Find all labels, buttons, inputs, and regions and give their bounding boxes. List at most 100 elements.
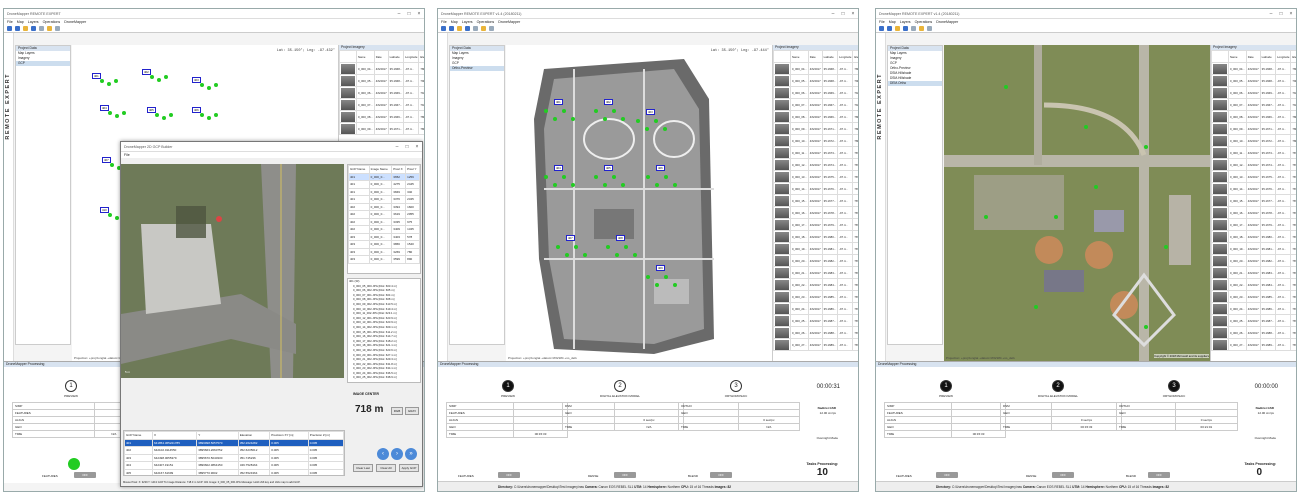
- gcp-marker[interactable]: [114, 79, 118, 83]
- gcp-marker[interactable]: [673, 183, 677, 187]
- step-preview[interactable]: 1 PREVIEW: [21, 380, 121, 398]
- pan-icon[interactable]: [465, 26, 470, 31]
- gcp-marker[interactable]: [663, 127, 667, 131]
- table-row[interactable]: 401 0_000_0... 3652 1259: [348, 172, 420, 181]
- clear-last-button[interactable]: Clear Last: [353, 464, 373, 472]
- gcp-marker[interactable]: [200, 83, 204, 87]
- identify-icon[interactable]: [47, 26, 52, 31]
- table-row[interactable]: 402 0_000_0... 3335 975: [348, 217, 420, 226]
- gcp-label[interactable]: 410: [100, 207, 109, 213]
- table-row[interactable]: 0_000_12... 4/6/2017 35.1674... -97.4... 787…: [1211, 158, 1296, 171]
- gcp-marker[interactable]: [1144, 145, 1148, 149]
- identify-icon[interactable]: [919, 26, 924, 31]
- table-row[interactable]: 0_000_06... 4/6/2017 35.1669... -97.4... 794…: [1211, 86, 1296, 99]
- clear-all-button[interactable]: Clear All: [376, 464, 396, 472]
- table-row[interactable]: 0_000_11... 4/6/2017 35.1673... -97.4... 787…: [1211, 146, 1296, 159]
- gcp-label[interactable]: 407: [566, 235, 575, 241]
- gcp-marker[interactable]: [655, 283, 659, 287]
- menu-operations[interactable]: Operations: [915, 20, 933, 24]
- select-icon[interactable]: [23, 26, 28, 31]
- gcp-marker[interactable]: [1054, 215, 1058, 219]
- table-row[interactable]: 0_000_05... 4/6/2017 35.1668... -97.4... 790…: [1211, 74, 1296, 87]
- gcp-label[interactable]: 401: [92, 73, 101, 79]
- refresh-icon[interactable]: [927, 26, 932, 31]
- measure-icon[interactable]: [911, 26, 916, 31]
- menu-map[interactable]: Map: [17, 20, 24, 24]
- dense-toggle[interactable]: OFF: [614, 472, 636, 478]
- table-row[interactable]: 402 0_000_0... 3409 1345: [348, 225, 420, 234]
- map-canvas[interactable]: Lat: 35.150°; Lng: -97.444° 401 402 403 404…: [506, 45, 773, 361]
- table-row[interactable]: 0_000_16... 4/6/2017 35.1678... -97.4... 787…: [1211, 206, 1296, 219]
- maximize-button[interactable]: □: [1276, 11, 1286, 17]
- gcp-marker[interactable]: [553, 183, 557, 187]
- features-toggle[interactable]: OFF: [936, 472, 958, 478]
- menu-layers[interactable]: Layers: [900, 20, 911, 24]
- table-row[interactable]: 0_000_20... 4/6/2017 35.1682... -97.4... 787…: [1211, 254, 1296, 267]
- gcp-label[interactable]: 401: [554, 99, 563, 105]
- gcp-marker[interactable]: [673, 283, 677, 287]
- table-row[interactable]: 0_000_21... 4/6/2017 35.1683... -97.4... 787…: [773, 266, 858, 279]
- gcp-marker[interactable]: [100, 79, 104, 83]
- minimize-button[interactable]: –: [828, 11, 838, 17]
- close-button[interactable]: ×: [412, 144, 422, 150]
- gcp-marker[interactable]: [621, 117, 625, 121]
- table-row[interactable]: 0_000_19... 4/6/2017 35.1681... -97.4... 787…: [773, 242, 858, 255]
- refresh-icon[interactable]: [55, 26, 60, 31]
- gcp-marker[interactable]: [1034, 305, 1038, 309]
- gcp-marker[interactable]: [654, 119, 658, 123]
- gcp-marker[interactable]: [624, 245, 628, 249]
- gcp-marker[interactable]: [574, 245, 578, 249]
- table-row[interactable]: 0_000_26... 4/6/2017 35.1688... -97.4... 787…: [773, 326, 858, 339]
- table-row[interactable]: 0_000_17... 4/6/2017 35.1679... -97.4... 787…: [1211, 218, 1296, 231]
- gcp-marker[interactable]: [603, 183, 607, 187]
- gcp-marker[interactable]: [110, 163, 114, 167]
- rgb-button[interactable]: RGB: [391, 407, 403, 415]
- gcp-marker[interactable]: [1094, 185, 1098, 189]
- table-row[interactable]: 0_000_24... 4/6/2017 35.1686... -97.4... 787…: [773, 302, 858, 315]
- table-row[interactable]: 0_000_21... 4/6/2017 35.1683... -97.4... 787…: [1211, 266, 1296, 279]
- gcp-marker[interactable]: [1164, 245, 1168, 249]
- table-row[interactable]: 404 642407.19151 3896602.3864150 349.752816…: [124, 461, 344, 470]
- table-row[interactable]: 402 0_000_0... 3619 2055: [348, 210, 420, 219]
- gcp-label[interactable]: 407: [102, 157, 111, 163]
- table-row[interactable]: 401 0_000_0... 3376 2345: [348, 195, 420, 204]
- gcp-marker[interactable]: [157, 78, 161, 82]
- table-row[interactable]: 0_000_15... 4/6/2017 35.1677... -97.4... 787…: [1211, 194, 1296, 207]
- table-row[interactable]: 0_000_17... 4/6/2017 35.1679... -97.4... 787…: [773, 218, 858, 231]
- table-row[interactable]: 0_000_08... 4/6/2017 35.1666... -97.4... 786…: [339, 110, 424, 123]
- close-button[interactable]: ×: [1286, 11, 1296, 17]
- gcp-marker[interactable]: [200, 113, 204, 117]
- table-row[interactable]: 403 0_000_0... 3866 1540: [348, 240, 420, 249]
- table-row[interactable]: 0_000_24... 4/6/2017 35.1686... -97.4... 787…: [1211, 302, 1296, 315]
- gcp-marker[interactable]: [155, 113, 159, 117]
- table-row[interactable]: 403 642498.0055379 3895670.5040330 351.7452…: [124, 453, 344, 462]
- maximize-button[interactable]: □: [404, 11, 414, 17]
- gcp-label[interactable]: 404: [100, 105, 109, 111]
- table-row[interactable]: 0_000_10... 4/6/2017 35.1672... -97.4... 786…: [1211, 134, 1296, 147]
- pan-icon[interactable]: [31, 26, 36, 31]
- gcp-marker[interactable]: [214, 113, 218, 117]
- table-row[interactable]: 0_000_09... 4/6/2017 35.1671... -97.4... 786…: [1211, 122, 1296, 135]
- measure-icon[interactable]: [473, 26, 478, 31]
- table-row[interactable]: 0_000_14... 4/6/2017 35.1676... -97.4... 787…: [1211, 182, 1296, 195]
- table-row[interactable]: 0_000_22... 4/6/2017 35.1684... -97.4... 787…: [773, 278, 858, 291]
- maximize-button[interactable]: □: [402, 144, 412, 150]
- table-row[interactable]: 0_000_19... 4/6/2017 35.1681... -97.4... 787…: [1211, 242, 1296, 255]
- blend-toggle[interactable]: OFF: [710, 472, 732, 478]
- gcp-marker[interactable]: [646, 175, 650, 179]
- step-preview[interactable]: 1 PREVIEW: [896, 380, 996, 398]
- table-row[interactable]: 0_000_23... 4/6/2017 35.1685... -97.4... 787…: [1211, 290, 1296, 303]
- map-canvas[interactable]: Copyright © 2018 Microsoft and its suppl…: [944, 45, 1211, 361]
- table-row[interactable]: 0_000_04... 4/6/2017 35.1668... -97.4... 780…: [1211, 62, 1296, 75]
- gcp-marker[interactable]: [115, 216, 119, 220]
- gcp-label[interactable]: 405: [147, 107, 156, 113]
- gcp-marker[interactable]: [664, 175, 668, 179]
- table-row[interactable]: 0_000_05... 4/6/2017 35.1668... -97.4... 790…: [773, 74, 858, 87]
- menu-map[interactable]: Map: [451, 20, 458, 24]
- gcp-marker[interactable]: [1004, 85, 1008, 89]
- gcp-marker[interactable]: [108, 213, 112, 217]
- gcp-marker[interactable]: [169, 113, 173, 117]
- gcp-label[interactable]: 402: [142, 69, 151, 75]
- gcp-marker[interactable]: [556, 245, 560, 249]
- table-row[interactable]: 0_000_27... 4/6/2017 35.1689... -97.4... 787…: [1211, 338, 1296, 351]
